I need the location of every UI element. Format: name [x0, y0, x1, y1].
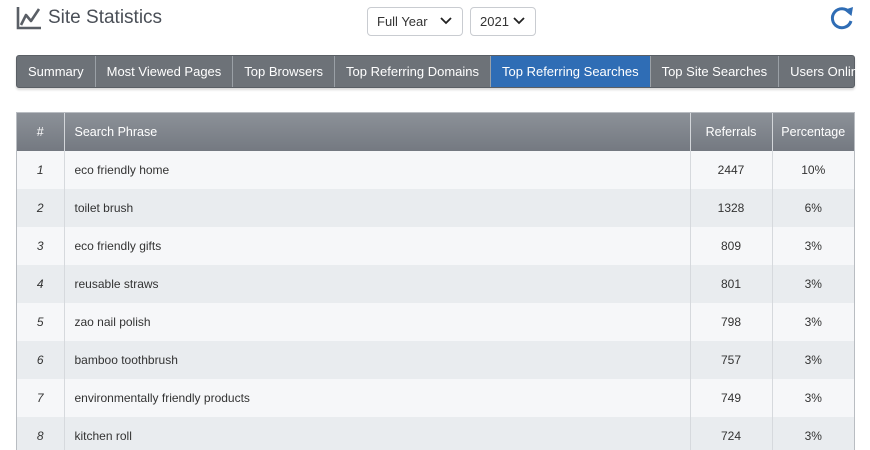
- period-select-value: Full Year: [377, 14, 428, 29]
- row-percentage: 3%: [804, 239, 822, 253]
- row-search-phrase: zao nail polish: [64, 303, 691, 341]
- row-referrals: 749: [690, 379, 773, 417]
- tab-users-online-now[interactable]: Users Online Now: [779, 56, 870, 87]
- row-search-phrase: eco friendly gifts: [64, 227, 691, 265]
- table-row: 6 bamboo toothbrush 757 3%: [17, 341, 854, 379]
- row-percentage: 10%: [801, 163, 826, 177]
- row-search-phrase: bamboo toothbrush: [64, 341, 691, 379]
- page-title: Site Statistics: [48, 7, 163, 28]
- year-select-value: 2021: [480, 14, 509, 29]
- line-chart-icon: [16, 7, 41, 30]
- table-row: 3 eco friendly gifts 809 3%: [17, 227, 854, 265]
- row-search-phrase: eco friendly home: [64, 151, 691, 189]
- row-referrals: 809: [690, 227, 773, 265]
- row-search-phrase: environmentally friendly products: [64, 379, 691, 417]
- tab-most-viewed-pages[interactable]: Most Viewed Pages: [96, 56, 234, 87]
- row-number: 1: [17, 151, 65, 189]
- row-number: 3: [17, 227, 65, 265]
- table-row: 4 reusable straws 801 3%: [17, 265, 854, 303]
- tab-bar: Summary Most Viewed Pages Top Browsers T…: [16, 55, 870, 88]
- search-phrase-table: # Search Phrase Referrals Percentage 1 e…: [16, 112, 855, 450]
- table-row: 5 zao nail polish 798 3%: [17, 303, 854, 341]
- row-referrals: 2447: [690, 151, 773, 189]
- row-percentage: 3%: [804, 391, 822, 405]
- column-header-search-phrase[interactable]: Search Phrase: [64, 113, 691, 151]
- row-referrals: 1328: [690, 189, 773, 227]
- table-header-row: # Search Phrase Referrals Percentage: [17, 113, 854, 151]
- row-number: 4: [17, 265, 65, 303]
- row-number: 5: [17, 303, 65, 341]
- row-referrals: 798: [690, 303, 773, 341]
- row-percentage: 3%: [804, 429, 822, 443]
- row-search-phrase: reusable straws: [64, 265, 691, 303]
- row-referrals: 724: [690, 417, 773, 450]
- tab-top-referring-searches[interactable]: Top Referring Searches: [491, 56, 651, 87]
- table-row: 2 toilet brush 1328 6%: [17, 189, 854, 227]
- row-percentage: 6%: [804, 201, 822, 215]
- year-select[interactable]: 2021: [470, 7, 536, 36]
- row-percentage: 3%: [804, 353, 822, 367]
- column-header-referrals[interactable]: Referrals: [690, 113, 773, 151]
- chevron-down-icon: [440, 17, 452, 25]
- row-number: 2: [17, 189, 65, 227]
- tab-summary[interactable]: Summary: [17, 56, 96, 87]
- row-search-phrase: kitchen roll: [64, 417, 691, 450]
- column-header-percentage[interactable]: Percentage: [772, 113, 854, 151]
- table-row: 1 eco friendly home 2447 10%: [17, 151, 854, 189]
- row-number: 7: [17, 379, 65, 417]
- row-percentage: 3%: [804, 315, 822, 329]
- row-search-phrase: toilet brush: [64, 189, 691, 227]
- row-number: 6: [17, 341, 65, 379]
- column-header-number[interactable]: #: [17, 113, 65, 151]
- row-percentage: 3%: [804, 277, 822, 291]
- row-referrals: 801: [690, 265, 773, 303]
- table-row: 7 environmentally friendly products 749 …: [17, 379, 854, 417]
- row-referrals: 757: [690, 341, 773, 379]
- period-select[interactable]: Full Year: [367, 7, 463, 36]
- tab-top-referring-domains[interactable]: Top Referring Domains: [335, 56, 491, 87]
- table-row: 8 kitchen roll 724 3%: [17, 417, 854, 450]
- row-number: 8: [17, 417, 65, 450]
- chevron-down-icon: [513, 17, 525, 25]
- header: Site Statistics Full Year 2021: [16, 4, 856, 36]
- tab-top-site-searches[interactable]: Top Site Searches: [651, 56, 780, 87]
- refresh-icon[interactable]: [828, 4, 856, 32]
- tab-top-browsers[interactable]: Top Browsers: [233, 56, 336, 87]
